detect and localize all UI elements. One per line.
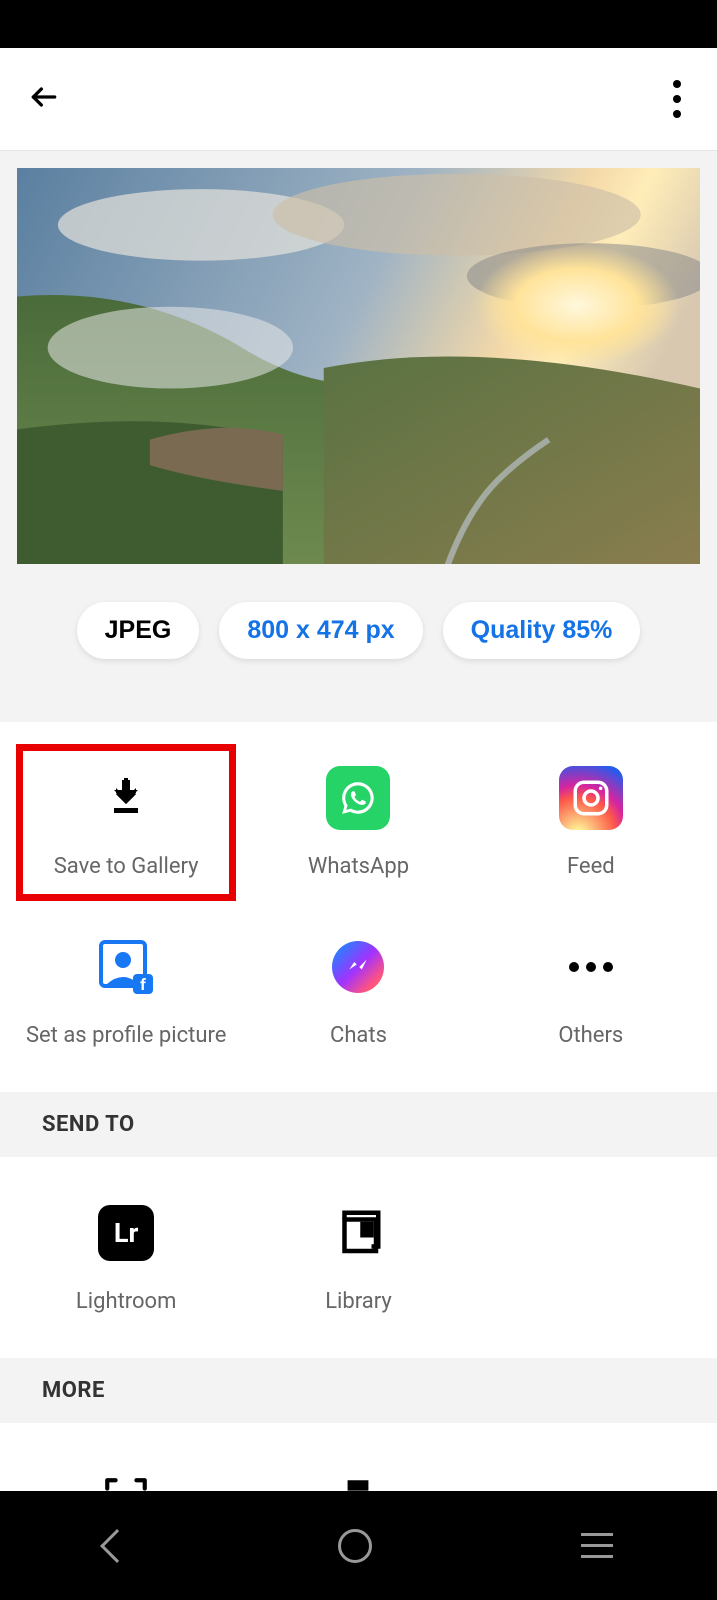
back-button[interactable] <box>28 81 60 117</box>
share-label: Lightroom <box>76 1289 177 1314</box>
menu-icon <box>581 1533 613 1558</box>
share-row-1: Save to Gallery WhatsApp Feed <box>0 748 717 897</box>
more-header: MORE <box>0 1358 717 1423</box>
share-label: Library <box>325 1289 392 1314</box>
image-preview[interactable] <box>17 168 700 564</box>
dot-icon <box>673 95 681 103</box>
more-horizontal-icon <box>569 962 613 972</box>
top-app-bar <box>0 48 717 151</box>
facebook-profile-icon: f <box>99 940 153 994</box>
empty-slot <box>475 1183 707 1332</box>
format-pill[interactable]: JPEG <box>77 602 200 659</box>
share-label: WhatsApp <box>308 854 409 879</box>
share-label: Set as profile picture <box>26 1023 226 1048</box>
export-options-row: JPEG 800 x 474 px Quality 85% <box>17 564 700 722</box>
library-button[interactable]: Library <box>242 1183 474 1332</box>
send-to-header: SEND TO <box>0 1092 717 1157</box>
instagram-icon <box>559 766 623 830</box>
share-label: Feed <box>567 854 615 879</box>
whatsapp-button[interactable]: WhatsApp <box>242 748 474 897</box>
messenger-icon <box>332 941 384 993</box>
image-preview-area: JPEG 800 x 474 px Quality 85% <box>0 151 717 722</box>
instagram-feed-button[interactable]: Feed <box>475 748 707 897</box>
system-navigation-bar <box>0 1491 717 1600</box>
dot-icon <box>673 110 681 118</box>
arrow-left-icon <box>28 81 60 113</box>
quality-pill[interactable]: Quality 85% <box>443 602 641 659</box>
lightroom-icon: Lr <box>98 1205 154 1261</box>
share-destinations: Save to Gallery WhatsApp Feed f <box>0 722 717 1092</box>
send-to-row: Lr Lightroom Library <box>0 1183 717 1332</box>
nav-home-button[interactable] <box>338 1529 372 1563</box>
svg-text:f: f <box>140 975 146 994</box>
dot-icon <box>673 80 681 88</box>
messenger-chats-button[interactable]: Chats <box>242 917 474 1066</box>
send-to-destinations: Lr Lightroom Library <box>0 1157 717 1358</box>
more-options-button[interactable] <box>665 72 689 126</box>
set-profile-picture-button[interactable]: f Set as profile picture <box>10 917 242 1066</box>
nav-recent-button[interactable] <box>581 1533 613 1558</box>
whatsapp-icon <box>326 766 390 830</box>
nav-back-button[interactable] <box>105 1534 129 1558</box>
library-icon <box>331 1206 385 1260</box>
chevron-left-icon <box>100 1529 134 1563</box>
share-label: Others <box>558 1023 623 1048</box>
share-row-2: f Set as profile picture Chats Others <box>0 917 717 1066</box>
download-icon <box>102 774 150 822</box>
share-label: Save to Gallery <box>54 854 199 879</box>
save-to-gallery-button[interactable]: Save to Gallery <box>10 748 242 897</box>
dimensions-pill[interactable]: 800 x 474 px <box>219 602 422 659</box>
circle-icon <box>338 1529 372 1563</box>
share-label: Chats <box>330 1023 387 1048</box>
others-button[interactable]: Others <box>475 917 707 1066</box>
status-bar <box>0 0 717 48</box>
lightroom-button[interactable]: Lr Lightroom <box>10 1183 242 1332</box>
